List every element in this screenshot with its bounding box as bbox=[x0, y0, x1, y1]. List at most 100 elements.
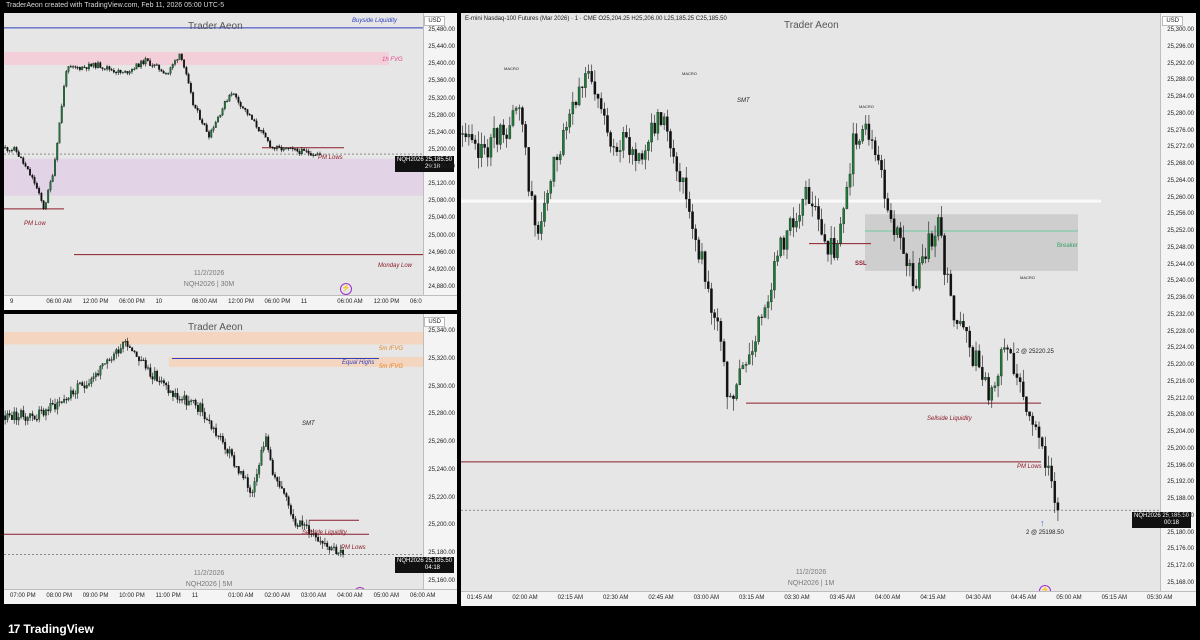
candle-down bbox=[172, 390, 174, 397]
candle-down bbox=[653, 122, 656, 134]
candle-up bbox=[282, 147, 285, 151]
y-tick-label: 25,184.00 bbox=[1167, 512, 1194, 519]
y-tick-label: 25,040.00 bbox=[428, 215, 455, 222]
candle-up bbox=[681, 177, 685, 183]
candle-down bbox=[235, 466, 238, 468]
order-label-1: 2 @ 25220.25 bbox=[1016, 349, 1054, 355]
candle-down bbox=[22, 157, 25, 164]
candle-up bbox=[56, 143, 59, 160]
candle-down bbox=[208, 419, 211, 422]
y-tick-label: 25,208.00 bbox=[1167, 412, 1194, 419]
candle-down bbox=[246, 477, 249, 488]
x-tick-label: 05:00 AM bbox=[373, 593, 399, 599]
x-tick-label: 03:15 AM bbox=[739, 595, 765, 601]
x-axis[interactable]: 01:45 AM 02:00 AM 02:15 AM 02:30 AM 02:45 AM… bbox=[461, 591, 1196, 606]
tradingview-logo[interactable]: 17 TradingView bbox=[8, 622, 94, 636]
candle-up bbox=[621, 132, 625, 151]
candle-up bbox=[508, 125, 512, 139]
candle-down bbox=[269, 140, 272, 148]
chart-1m-plot[interactable] bbox=[461, 13, 1196, 606]
candle-down bbox=[278, 481, 281, 487]
candle-down bbox=[155, 64, 158, 66]
candle-down bbox=[678, 171, 682, 183]
candle-up bbox=[169, 390, 172, 394]
candle-down bbox=[1056, 502, 1060, 511]
candle-up bbox=[26, 417, 29, 421]
currency-label[interactable]: USD bbox=[424, 317, 445, 327]
candle-down bbox=[185, 67, 188, 75]
candle-up bbox=[65, 71, 68, 87]
chart-panel-30m[interactable]: Trader Aeon 11/2/2026 NQH2026 | 30M ⚡ Bu… bbox=[4, 13, 457, 310]
candle-down bbox=[672, 147, 675, 157]
candle-up bbox=[174, 60, 176, 65]
candle-up bbox=[650, 122, 653, 143]
candle-down bbox=[31, 175, 34, 178]
ssl-label: SSL bbox=[855, 261, 867, 267]
y-tick-label: 25,200.00 bbox=[1167, 445, 1194, 452]
candle-up bbox=[959, 321, 962, 324]
candle-down bbox=[1028, 411, 1031, 417]
candle-up bbox=[221, 108, 224, 116]
candle-down bbox=[180, 53, 183, 61]
y-tick-label: 25,192.00 bbox=[1167, 479, 1194, 486]
candle-down bbox=[710, 288, 713, 313]
y-tick-label: 25,180.00 bbox=[1167, 529, 1194, 536]
candle-down bbox=[271, 146, 274, 148]
pm-lows-label: PM Lows bbox=[341, 545, 366, 551]
candle-down bbox=[194, 104, 197, 109]
currency-label[interactable]: USD bbox=[1162, 16, 1183, 26]
candle-up bbox=[921, 256, 924, 264]
candle-up bbox=[67, 397, 70, 400]
candle-down bbox=[144, 360, 147, 369]
y-tick-label: 25,292.00 bbox=[1167, 60, 1194, 67]
candle-down bbox=[276, 477, 279, 482]
candle-up bbox=[92, 62, 95, 67]
candle-up bbox=[67, 66, 70, 72]
candle-up bbox=[4, 147, 7, 149]
candle-down bbox=[103, 68, 106, 70]
candle-down bbox=[886, 198, 890, 211]
candle-down bbox=[599, 98, 603, 110]
candle-down bbox=[1040, 437, 1044, 447]
candle-up bbox=[153, 371, 156, 380]
candle-up bbox=[165, 73, 167, 75]
candle-down bbox=[206, 418, 208, 420]
candle-up bbox=[489, 137, 493, 158]
macro-label-1: MACRO bbox=[504, 66, 519, 71]
currency-label[interactable]: USD bbox=[424, 16, 445, 26]
x-tick-label: 04:45 AM bbox=[1011, 595, 1037, 601]
candle-up bbox=[99, 365, 102, 376]
x-axis[interactable]: 07:00 PM 08:00 PM 09:00 PM 10:00 PM 11:00 PM… bbox=[4, 589, 457, 604]
brand-name: TradingView bbox=[23, 622, 94, 636]
candle-up bbox=[124, 341, 127, 343]
candle-down bbox=[15, 147, 18, 152]
candle-down bbox=[137, 63, 140, 68]
candle-up bbox=[226, 100, 229, 103]
x-tick-label: 07:00 PM bbox=[10, 593, 36, 599]
x-tick-label: 04:00 AM bbox=[337, 593, 363, 599]
chart-panel-5m[interactable]: Trader Aeon 11/2/2026 NQH2026 | 5M ⚡ 5m … bbox=[4, 314, 457, 604]
y-tick-label: 25,236.00 bbox=[1167, 295, 1194, 302]
candle-down bbox=[54, 404, 56, 410]
y-tick-label: 25,172.00 bbox=[1167, 563, 1194, 570]
candle-up bbox=[552, 156, 556, 182]
candle-up bbox=[88, 383, 90, 386]
candle-up bbox=[858, 140, 861, 145]
candle-down bbox=[892, 218, 896, 235]
candle-down bbox=[867, 123, 871, 140]
candle-down bbox=[264, 132, 267, 138]
candle-down bbox=[301, 520, 304, 526]
chart-5m-plot[interactable] bbox=[4, 314, 457, 604]
candle-down bbox=[81, 382, 84, 386]
candle-down bbox=[1018, 377, 1022, 383]
candle-down bbox=[244, 107, 247, 110]
candle-up bbox=[20, 410, 22, 418]
candle-down bbox=[181, 399, 183, 401]
candle-down bbox=[17, 151, 20, 157]
x-tick-label: 9 bbox=[10, 299, 14, 305]
x-axis[interactable]: 9 06:00 AM 12:00 PM 06:00 PM 10 06:00 AM 12:00… bbox=[4, 295, 457, 310]
candle-down bbox=[464, 133, 467, 138]
chart-panel-1m[interactable]: E-mini Nasdaq-100 Futures (Mar 2026) · 1… bbox=[461, 13, 1196, 606]
candle-up bbox=[140, 359, 143, 362]
lightning-icon[interactable]: ⚡ bbox=[340, 283, 352, 295]
